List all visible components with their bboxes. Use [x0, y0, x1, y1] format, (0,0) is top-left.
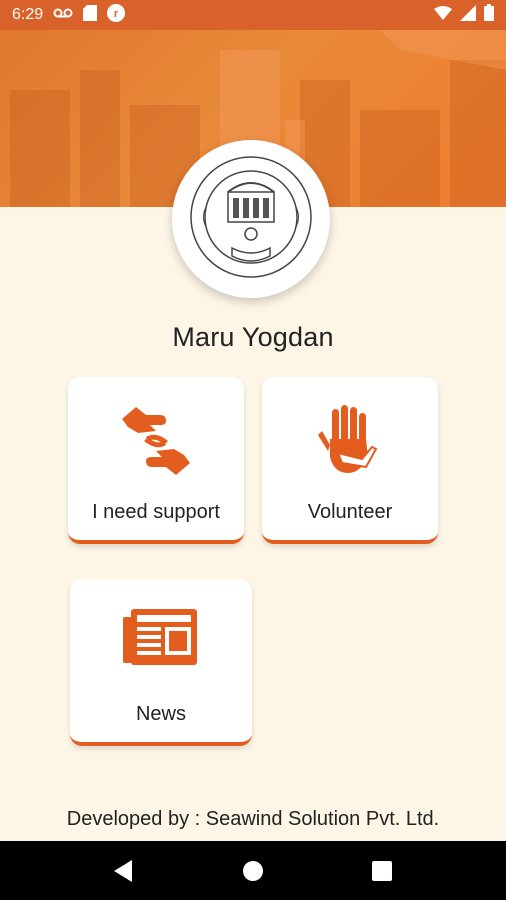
status-right [434, 4, 494, 26]
svg-text:r: r [114, 8, 119, 20]
sd-card-icon [83, 4, 98, 26]
navigation-bar [0, 841, 506, 900]
municipal-corporation-emblem-icon [186, 152, 316, 287]
status-time: 6:29 [12, 6, 44, 23]
app-title: Maru Yogdan [172, 322, 334, 352]
back-icon[interactable] [104, 851, 144, 891]
home-icon[interactable] [233, 851, 273, 891]
i-need-support-card[interactable]: I need support [68, 377, 244, 544]
app-notification-icon: r [107, 3, 126, 27]
battery-icon [484, 4, 494, 26]
voicemail-icon [53, 6, 73, 24]
recents-icon[interactable] [362, 851, 402, 891]
developer-credit: Developed by : Seawind Solution Pvt. Ltd… [66, 808, 440, 830]
raised-hands-icon [310, 401, 390, 486]
helping-hands-icon [116, 401, 196, 486]
logo-circle [172, 140, 330, 298]
wifi-icon [434, 5, 452, 25]
news-card[interactable]: News [70, 579, 252, 746]
volunteer-card[interactable]: Volunteer [262, 377, 438, 544]
status-left: 6:29 r [12, 3, 126, 27]
newspaper-icon [121, 603, 201, 678]
i-need-support-label: I need support [92, 501, 220, 523]
status-bar: 6:29 r [0, 0, 506, 30]
news-label: News [135, 703, 186, 725]
cellular-icon [460, 4, 476, 26]
volunteer-label: Volunteer [307, 501, 393, 523]
